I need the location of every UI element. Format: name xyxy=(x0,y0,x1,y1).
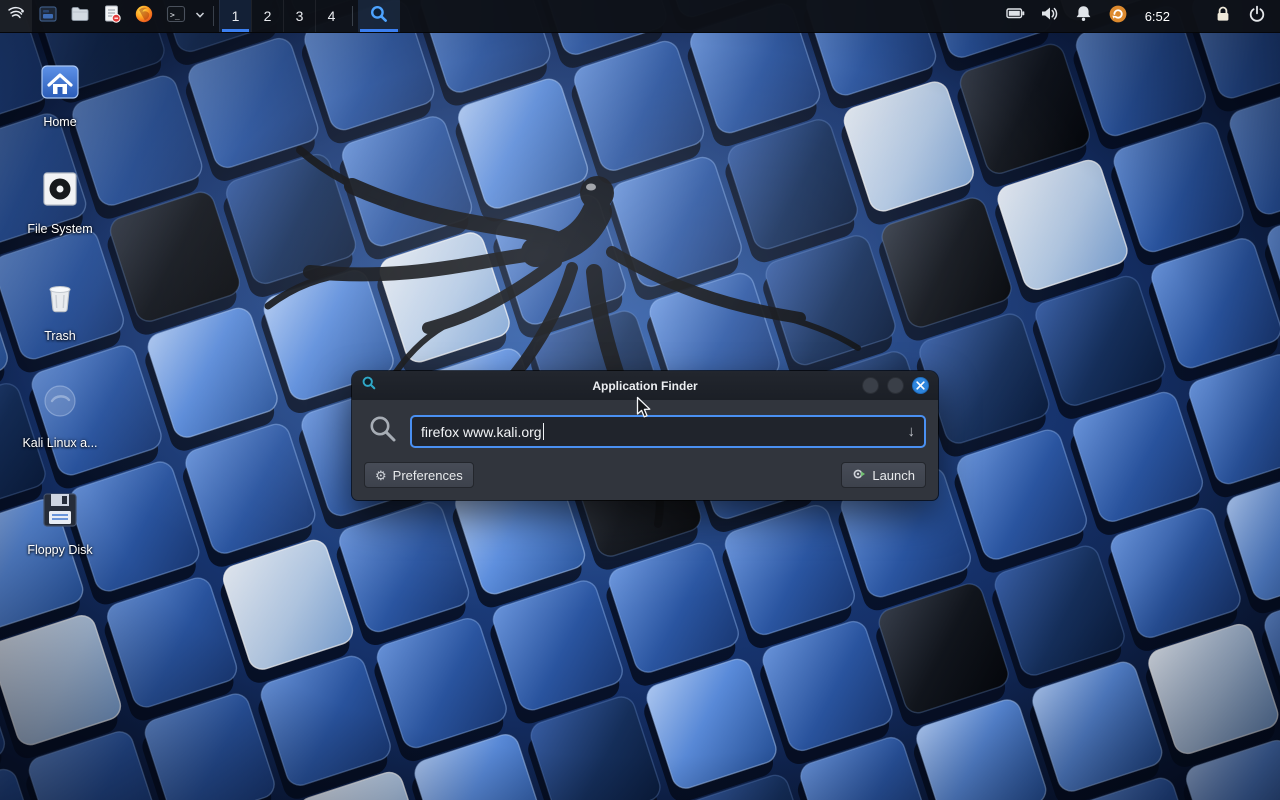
application-finder-window: Application Finder xyxy=(352,371,938,500)
dialog-button-row: ⚙ Preferences Launch xyxy=(364,462,926,488)
trash-icon xyxy=(36,272,84,320)
desktop: Home File System Trash xyxy=(0,0,1280,800)
firefox-launcher[interactable] xyxy=(128,0,160,32)
updates-icon xyxy=(1108,4,1128,29)
text-editor-icon xyxy=(101,3,123,30)
file-manager-launcher[interactable] xyxy=(32,0,64,32)
window-title: Application Finder xyxy=(352,379,938,393)
desktop-icon-label: Home xyxy=(12,115,108,129)
volume-icon xyxy=(1039,3,1060,29)
updates-indicator[interactable] xyxy=(1101,0,1135,33)
firefox-icon xyxy=(133,3,155,30)
window-controls xyxy=(862,377,929,394)
folder-icon xyxy=(69,3,91,30)
magnifier-icon xyxy=(368,414,398,449)
combo-dropdown-arrow[interactable]: ↓ xyxy=(900,424,916,439)
gear-icon: ⚙ xyxy=(375,469,387,482)
window-titlebar[interactable]: Application Finder xyxy=(352,371,938,400)
desktop-icon-kali-docs[interactable]: Kali Linux a... xyxy=(12,379,108,450)
text-caret xyxy=(543,423,544,440)
launch-button-label: Launch xyxy=(872,468,915,483)
window-close-button[interactable] xyxy=(912,377,929,394)
battery-indicator[interactable] xyxy=(999,0,1033,33)
workspace-button-4[interactable]: 4 xyxy=(315,0,347,32)
desktop-icon-label: File System xyxy=(12,222,108,236)
volume-indicator[interactable] xyxy=(1033,0,1067,33)
taskbar-button-application-finder[interactable] xyxy=(358,0,400,32)
desktop-icon-trash[interactable]: Trash xyxy=(12,272,108,343)
text-editor-launcher[interactable] xyxy=(96,0,128,32)
preferences-button[interactable]: ⚙ Preferences xyxy=(364,462,474,488)
launch-button[interactable]: Launch xyxy=(841,462,926,488)
desktop-icon-floppy-disk[interactable]: Floppy Disk xyxy=(12,486,108,557)
lock-icon xyxy=(1213,4,1233,29)
terminal-icon: >_ xyxy=(165,3,187,30)
desktop-icon-home[interactable]: Home xyxy=(12,58,108,129)
chevron-down-icon xyxy=(195,7,205,25)
search-input-text: firefox www.kali.org xyxy=(421,424,542,440)
floppy-disk-icon xyxy=(36,486,84,534)
workspace-button-3[interactable]: 3 xyxy=(283,0,315,32)
power-icon xyxy=(1247,4,1267,29)
workspace-button-2[interactable]: 2 xyxy=(251,0,283,32)
folder-launcher[interactable] xyxy=(64,0,96,32)
desktop-icon-label: Trash xyxy=(12,329,108,343)
home-icon xyxy=(36,58,84,106)
window-maximize-button[interactable] xyxy=(887,377,904,394)
application-finder-icon xyxy=(361,375,377,396)
workspace-label: 3 xyxy=(296,8,304,24)
desktop-icon-label: Floppy Disk xyxy=(12,543,108,557)
top-panel: >_ 1 2 3 4 xyxy=(0,0,1280,33)
desktop-icon-file-system[interactable]: File System xyxy=(12,165,108,236)
screen-lock-button[interactable] xyxy=(1206,0,1240,33)
file-system-icon xyxy=(36,165,84,213)
panel-launchers: >_ 1 2 3 4 xyxy=(0,0,400,32)
clock[interactable]: 6:52 xyxy=(1135,9,1180,24)
clock-label: 6:52 xyxy=(1145,9,1170,24)
workspace-label: 1 xyxy=(232,8,240,24)
dialog-body: firefox www.kali.org ↓ ⚙ Preferences xyxy=(352,400,938,500)
notifications-indicator[interactable] xyxy=(1067,0,1101,33)
panel-separator xyxy=(352,6,353,26)
panel-separator xyxy=(213,6,214,26)
workspace-label: 2 xyxy=(264,8,272,24)
window-minimize-button[interactable] xyxy=(862,377,879,394)
workspace-button-1[interactable]: 1 xyxy=(219,0,251,32)
search-input[interactable]: firefox www.kali.org ↓ xyxy=(410,415,926,448)
kali-menu-icon xyxy=(5,3,27,30)
notifications-icon xyxy=(1073,3,1094,29)
file-manager-icon xyxy=(37,3,59,30)
search-row: firefox www.kali.org ↓ xyxy=(364,414,926,449)
workspace-label: 4 xyxy=(328,8,336,24)
launch-icon xyxy=(852,467,866,484)
terminal-launcher[interactable]: >_ xyxy=(160,0,192,32)
close-icon xyxy=(916,377,925,395)
applications-menu-button[interactable] xyxy=(0,0,32,32)
kali-docs-icon xyxy=(36,379,84,427)
battery-icon xyxy=(1005,3,1026,29)
desktop-icon-label: Kali Linux a... xyxy=(12,436,108,450)
application-finder-icon xyxy=(369,4,389,29)
preferences-button-label: Preferences xyxy=(393,468,463,483)
terminal-dropdown-button[interactable] xyxy=(192,0,208,32)
panel-status-area: 6:52 xyxy=(999,0,1280,32)
svg-text:>_: >_ xyxy=(170,10,180,19)
logout-button[interactable] xyxy=(1240,0,1274,33)
